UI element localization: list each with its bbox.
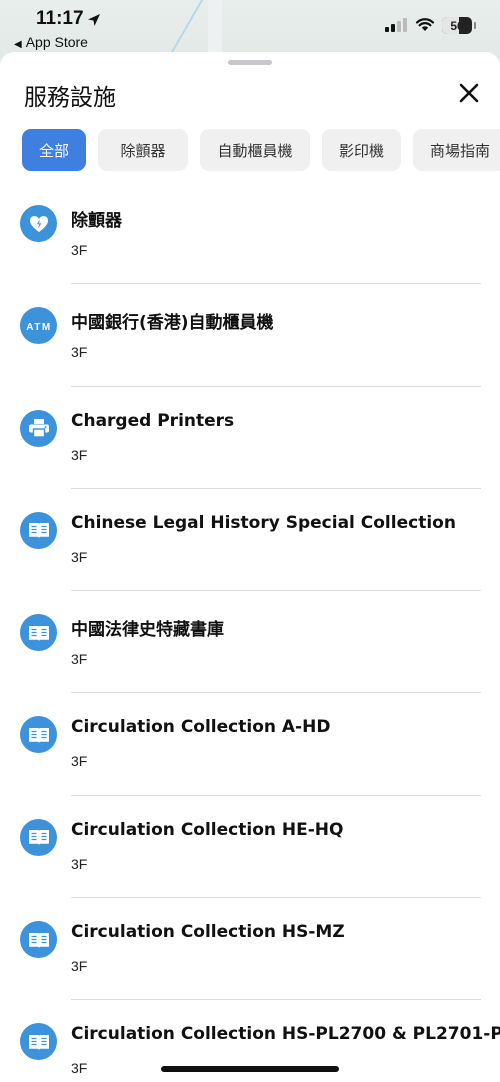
battery-level: 56 [450, 18, 464, 33]
list-item[interactable]: 中國法律史特藏書庫 3F [0, 591, 500, 694]
battery-nub [474, 22, 476, 29]
book-icon [20, 818, 57, 856]
services-sheet: 服務設施 全部 除顫器 自動櫃員機 影印機 商場指南 除顫器 3F ATM 中國… [0, 52, 500, 1082]
wifi-icon [415, 18, 435, 31]
list-item[interactable]: Circulation Collection HS-MZ 3F [0, 898, 500, 1001]
item-floor: 3F [71, 855, 88, 872]
location-arrow-icon [88, 14, 100, 26]
filter-chip-photocopier[interactable]: 影印機 [322, 129, 401, 171]
book-icon [20, 716, 57, 754]
atm-icon: ATM [20, 307, 57, 345]
item-floor: 3F [71, 242, 88, 258]
close-icon [459, 83, 479, 103]
filter-chip-mall-guide[interactable]: 商場指南 [413, 129, 500, 171]
list-item[interactable]: Circulation Collection HE-HQ 3F [0, 796, 500, 899]
status-time: 11:17 [36, 8, 84, 29]
item-title: 除顫器 [71, 211, 122, 231]
item-floor: 3F [71, 446, 88, 463]
item-title: Circulation Collection A-HD [71, 717, 331, 738]
svg-text:ATM: ATM [26, 322, 51, 332]
back-to-app-link[interactable]: ◀ App Store [14, 34, 88, 50]
back-triangle-icon: ◀ [14, 39, 22, 50]
item-title: Circulation Collection HS-MZ [71, 922, 345, 943]
item-title: Circulation Collection HS-PL2700 & PL270… [71, 1024, 500, 1045]
book-icon [20, 921, 57, 959]
list-item[interactable]: Charged Printers 3F [0, 387, 500, 489]
home-indicator[interactable] [161, 1066, 339, 1072]
battery-indicator: 56 [442, 17, 472, 34]
item-floor: 3F [71, 958, 88, 975]
list-item[interactable]: ATM 中國銀行(香港)自動櫃員機 3F [0, 284, 500, 387]
defibrillator-heart-icon [20, 205, 57, 242]
item-title: 中國銀行(香港)自動櫃員機 [71, 313, 274, 334]
item-floor: 3F [71, 651, 88, 668]
filter-chip-atm[interactable]: 自動櫃員機 [200, 129, 310, 171]
sheet-title: 服務設施 [24, 85, 116, 111]
status-bar: 11:17 ◀ App Store 56 [0, 0, 500, 52]
book-icon [20, 1023, 57, 1061]
item-title: Charged Printers [71, 410, 235, 431]
item-floor: 3F [71, 753, 88, 770]
item-floor: 3F [71, 1060, 88, 1077]
filter-chip-all[interactable]: 全部 [22, 129, 86, 171]
item-title: Circulation Collection HE-HQ [71, 819, 344, 840]
list-item[interactable]: Chinese Legal History Special Collection… [0, 489, 500, 592]
close-button[interactable] [454, 78, 484, 108]
book-icon [20, 511, 57, 549]
filter-chip-defibrillator[interactable]: 除顫器 [98, 129, 188, 171]
filter-chips: 全部 除顫器 自動櫃員機 影印機 商場指南 [22, 129, 500, 171]
sheet-grabber[interactable] [228, 60, 272, 65]
cellular-signal-icon [385, 18, 407, 32]
list-item[interactable]: 除顫器 3F [0, 182, 500, 285]
back-app-label: App Store [25, 34, 88, 50]
facility-list: 除顫器 3F ATM 中國銀行(香港)自動櫃員機 3F Charged Prin… [0, 182, 500, 1082]
item-title: Chinese Legal History Special Collection [71, 512, 456, 533]
list-item[interactable]: Circulation Collection A-HD 3F [0, 693, 500, 796]
item-floor: 3F [71, 548, 88, 565]
book-icon [20, 614, 57, 652]
item-title: 中國法律史特藏書庫 [71, 620, 224, 641]
item-floor: 3F [71, 344, 88, 361]
printer-icon [20, 409, 57, 447]
